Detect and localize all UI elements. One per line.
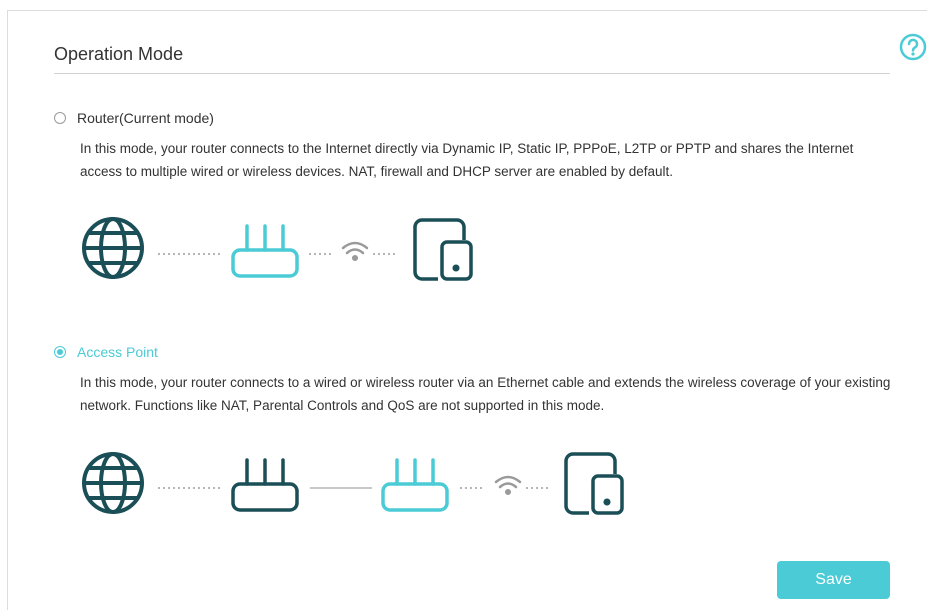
question-circle-icon[interactable] xyxy=(898,32,927,62)
title-divider xyxy=(54,73,890,74)
radio-router-mode[interactable]: Router(Current mode) xyxy=(54,110,214,126)
access-point-mode-label: Access Point xyxy=(77,344,158,360)
radio-access-point-mode[interactable]: Access Point xyxy=(54,344,158,360)
router-mode-label: Router(Current mode) xyxy=(77,110,214,126)
save-button[interactable]: Save xyxy=(777,561,890,599)
access-point-mode-description: In this mode, your router connects to a … xyxy=(80,375,891,413)
page-title: Operation Mode xyxy=(54,44,184,64)
content-panel xyxy=(7,10,927,610)
radio-button-router[interactable] xyxy=(54,112,66,124)
router-mode-description: In this mode, your router connects to th… xyxy=(80,141,854,179)
radio-button-access-point[interactable] xyxy=(54,346,66,358)
